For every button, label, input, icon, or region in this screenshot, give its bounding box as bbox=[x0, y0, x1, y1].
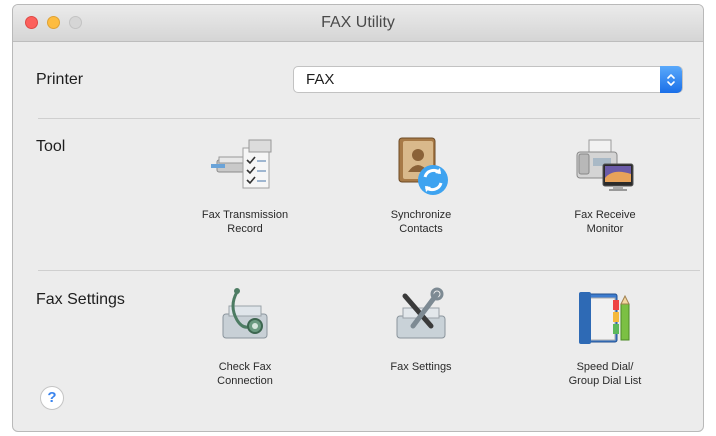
fax-settings-label: Fax Settings bbox=[390, 361, 452, 373]
fax-settings-section-label: Fax Settings bbox=[36, 291, 125, 308]
fax-transmission-record-icon bbox=[209, 130, 281, 202]
fax-receive-monitor-label: Fax Receive Monitor bbox=[574, 209, 636, 235]
printer-select-value: FAX bbox=[306, 71, 335, 88]
fax-settings-icon bbox=[385, 282, 457, 354]
fax-receive-monitor-icon bbox=[569, 130, 641, 202]
select-stepper-icon[interactable] bbox=[660, 66, 682, 93]
fax-settings-button[interactable]: Fax Settings bbox=[356, 282, 486, 374]
synchronize-contacts-icon bbox=[385, 130, 457, 202]
check-fax-connection-label: Check Fax Connection bbox=[217, 361, 273, 387]
title-bar[interactable]: FAX Utility bbox=[13, 5, 703, 42]
printer-select[interactable]: FAX bbox=[293, 66, 683, 93]
check-fax-connection-button[interactable]: Check Fax Connection bbox=[180, 282, 310, 388]
section-divider bbox=[38, 270, 700, 271]
window-title: FAX Utility bbox=[321, 14, 395, 31]
fax-transmission-record-label: Fax Transmission Record bbox=[201, 209, 289, 235]
printer-label: Printer bbox=[36, 71, 84, 88]
fax-utility-window: FAX Utility Printer FAX Tool Fax Transmi… bbox=[12, 4, 704, 432]
fax-receive-monitor-button[interactable]: Fax Receive Monitor bbox=[540, 130, 670, 236]
speed-dial-list-button[interactable]: Speed Dial/ Group Dial List bbox=[540, 282, 670, 388]
speed-dial-list-label: Speed Dial/ Group Dial List bbox=[568, 361, 642, 387]
tool-section-label: Tool bbox=[36, 138, 66, 155]
check-fax-connection-icon bbox=[209, 282, 281, 354]
help-button[interactable]: ? bbox=[40, 386, 64, 410]
window-content: Printer FAX Tool Fax Transmission Record… bbox=[13, 42, 703, 431]
speed-dial-list-icon bbox=[569, 282, 641, 354]
fax-transmission-record-button[interactable]: Fax Transmission Record bbox=[180, 130, 310, 236]
section-divider bbox=[38, 118, 700, 119]
synchronize-contacts-label: Synchronize Contacts bbox=[390, 209, 452, 235]
synchronize-contacts-button[interactable]: Synchronize Contacts bbox=[356, 130, 486, 236]
